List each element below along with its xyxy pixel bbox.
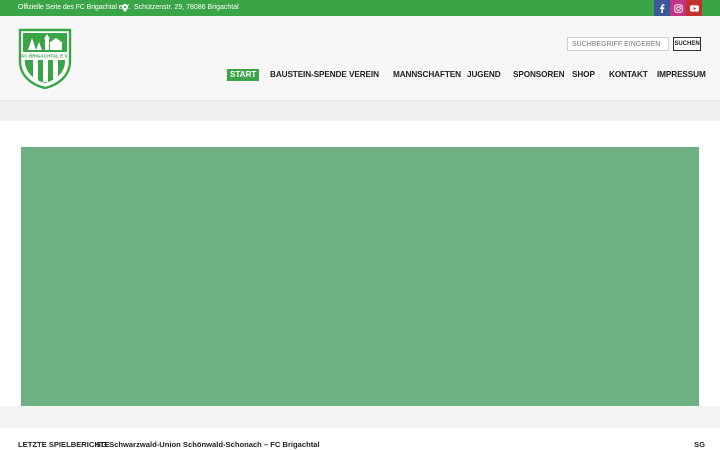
hero-section [0,121,720,406]
ticker-item[interactable]: SG [694,440,705,449]
site-header: FC BRIGACHTAL E.V. SUCHEN START BAUSTEIN… [0,16,720,101]
search-button[interactable]: SUCHEN [673,37,701,51]
map-pin-icon [122,4,128,12]
hero-slider[interactable] [21,147,699,406]
nav-item-jugend[interactable]: JUGEND [467,69,501,81]
nav-item-verein[interactable]: VEREIN [349,69,379,81]
match-report-ticker: LETZTE SPIELBERICHTE SG Schwarzwald-Unio… [0,428,720,450]
search-input[interactable] [567,37,669,51]
address: Schützenstr. 29, 78086 Brigachtal [122,3,239,13]
nav-item-baustein-spende[interactable]: BAUSTEIN-SPENDE [270,69,347,81]
search-form: SUCHEN [567,37,701,51]
nav-item-sponsoren[interactable]: SPONSOREN [513,69,565,81]
youtube-icon[interactable] [686,0,702,16]
main-nav: START BAUSTEIN-SPENDE VEREIN MANNSCHAFTE… [0,69,720,83]
facebook-icon[interactable] [654,0,670,16]
site-tagline: Offizielle Seite des FC Brigachtal e.V. [18,4,131,11]
nav-item-impressum[interactable]: IMPRESSUM [657,69,706,81]
address-text: Schützenstr. 29, 78086 Brigachtal [134,4,239,11]
nav-item-start[interactable]: START [227,69,260,81]
nav-item-shop[interactable]: SHOP [572,69,595,81]
nav-item-kontakt[interactable]: KONTAKT [609,69,648,81]
nav-item-mannschaften[interactable]: MANNSCHAFTEN [393,69,461,81]
header-divider-band [0,101,720,121]
logo-text: FC BRIGACHTAL E.V. [22,54,69,59]
instagram-icon[interactable] [670,0,686,16]
hero-footer-band [0,406,720,428]
top-bar: Offizielle Seite des FC Brigachtal e.V. … [0,0,720,16]
ticker-item[interactable]: SG Schwarzwald-Union Schönwald-Schonach … [96,440,320,449]
